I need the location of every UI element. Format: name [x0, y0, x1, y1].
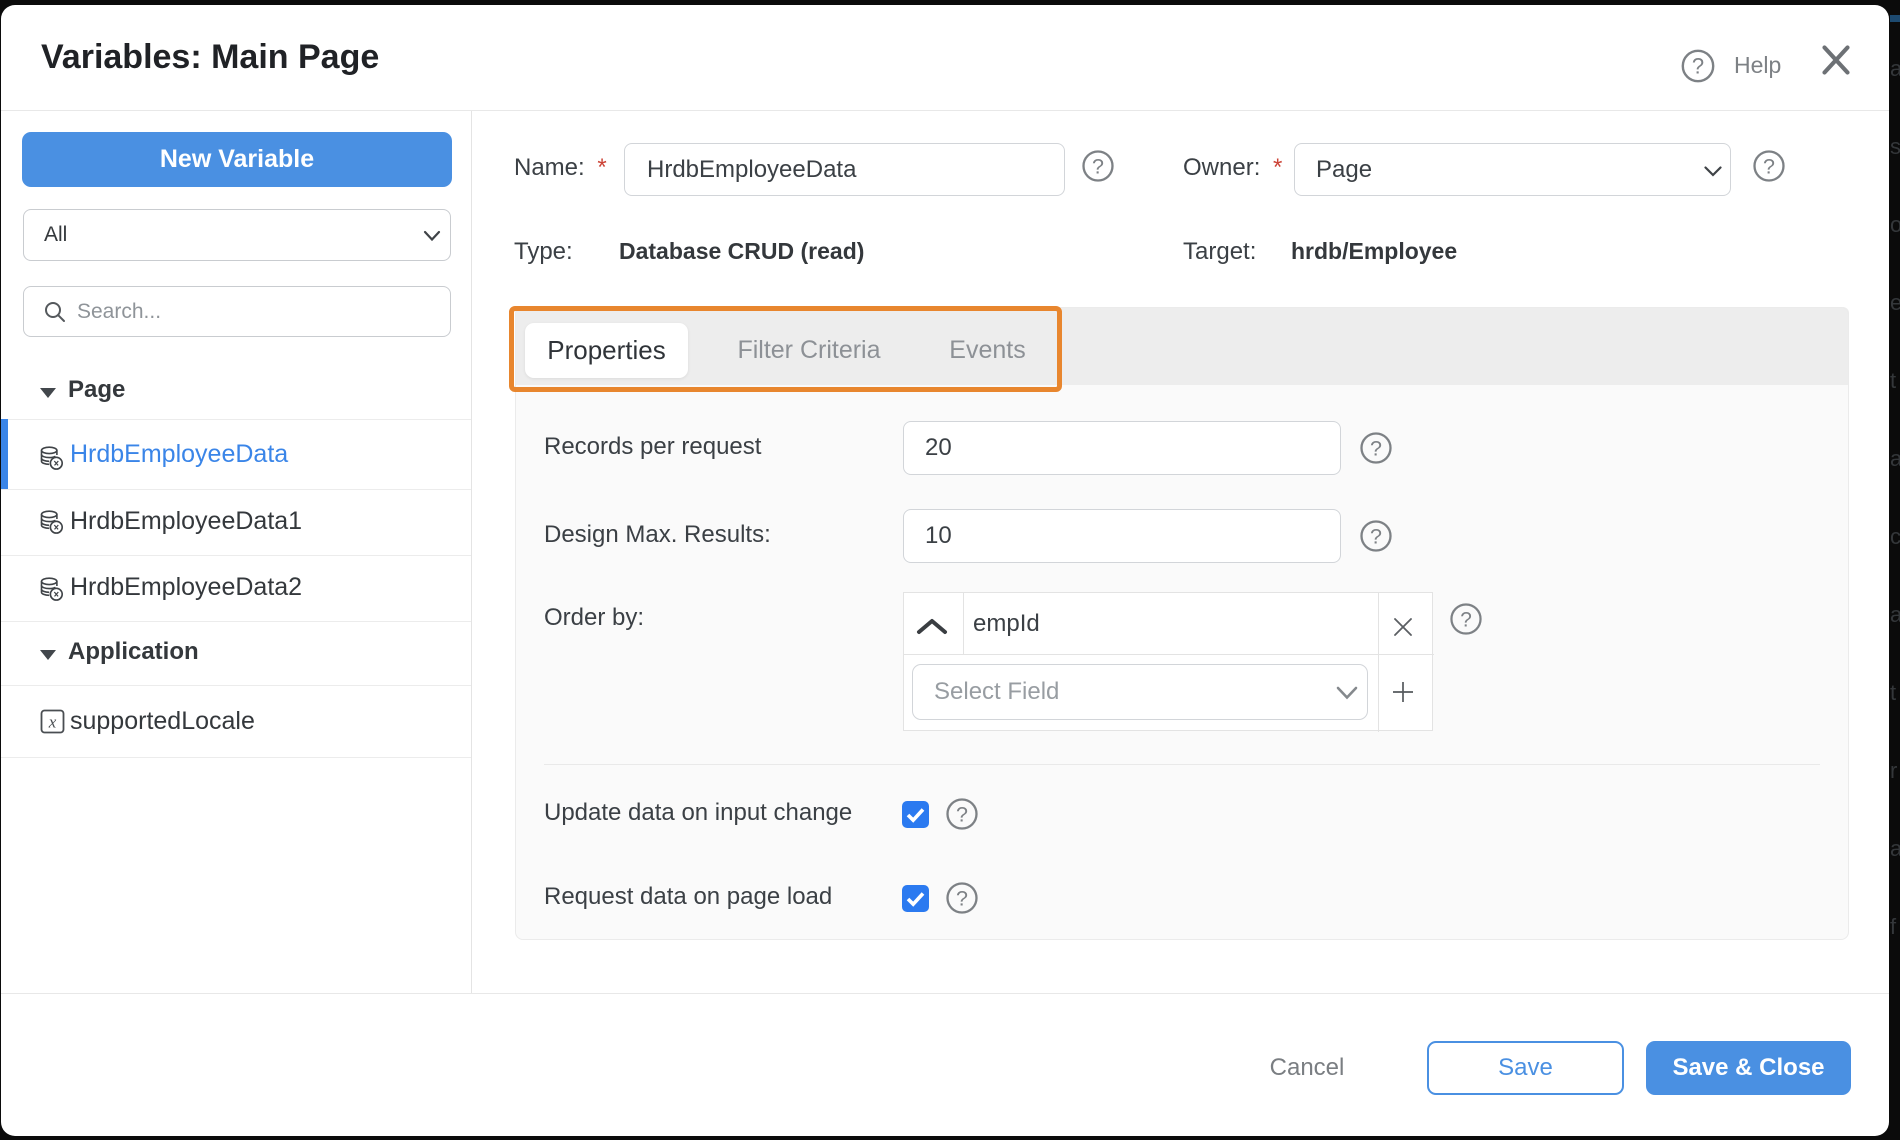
svg-text:?: ?	[1692, 54, 1704, 79]
svg-text:?: ?	[1092, 155, 1104, 179]
svg-text:?: ?	[1763, 155, 1775, 179]
svg-text:?: ?	[1370, 437, 1382, 461]
svg-text:x: x	[48, 713, 57, 732]
svg-text:?: ?	[1370, 525, 1382, 549]
svg-text:?: ?	[956, 887, 968, 911]
svg-text:?: ?	[956, 803, 968, 827]
svg-text:?: ?	[1460, 608, 1472, 631]
